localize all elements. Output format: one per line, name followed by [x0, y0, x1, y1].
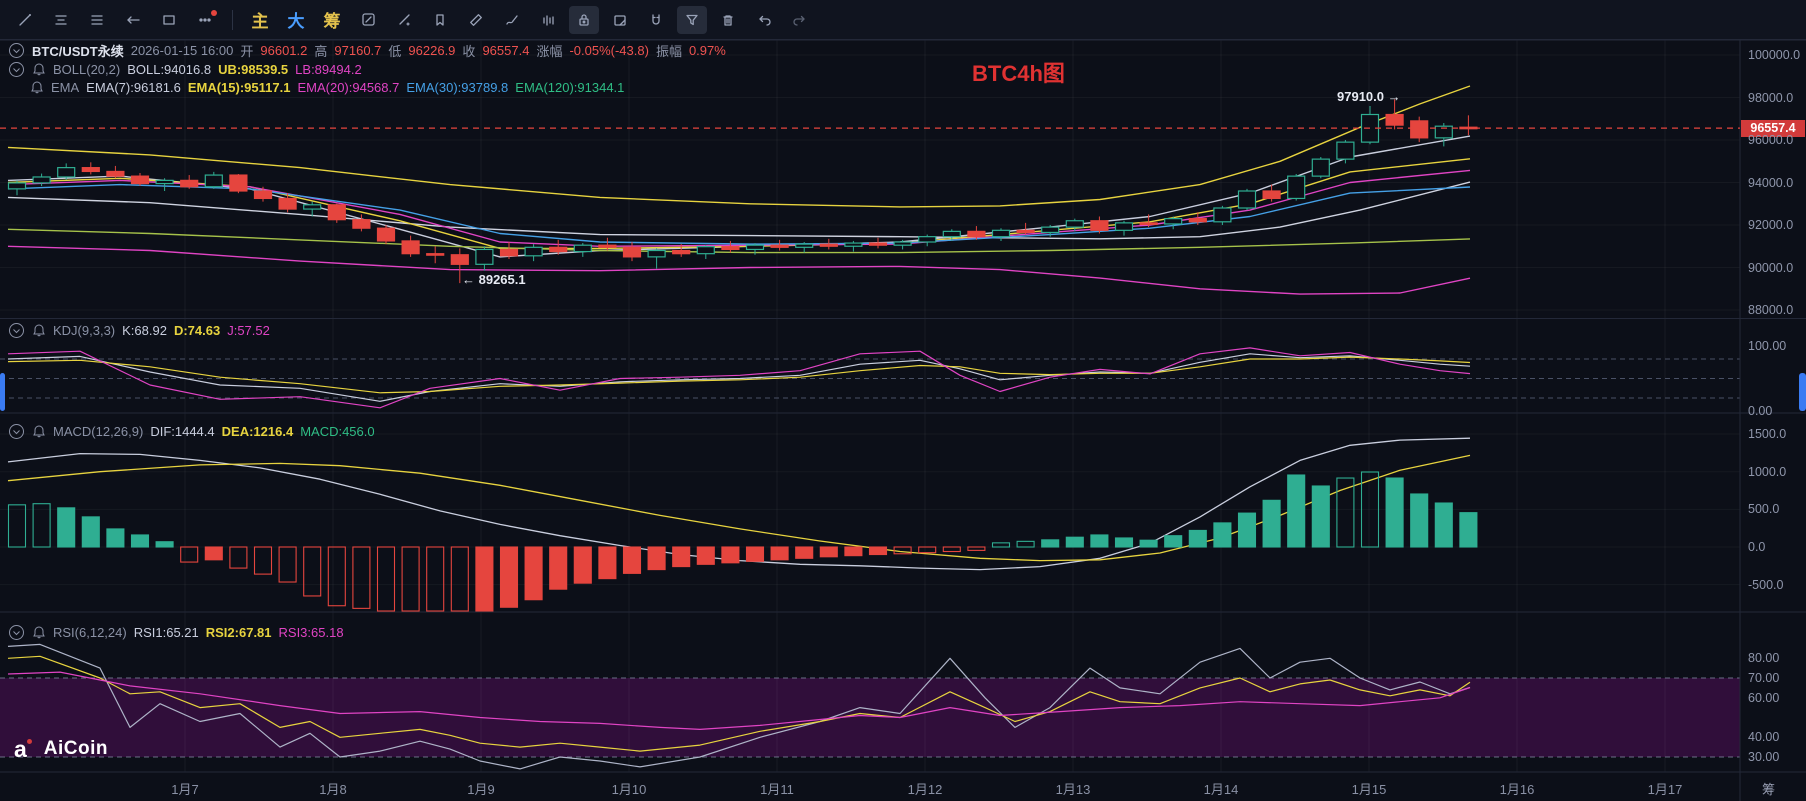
axis-label: 0.00 [1748, 404, 1773, 418]
boll-name[interactable]: BOLL(20,2) [53, 62, 120, 77]
ema15-value: EMA(15):95117.1 [187, 80, 291, 95]
trading-app: 主 大 筹 BTC/USDT永续 2026-01-15 16:00 开 9660… [0, 0, 1806, 801]
macd-row: MACD(12,26,9) DIF:1444.4 DEA:1216.4 MACD… [8, 423, 375, 440]
left-pane-scroll-thumb[interactable] [0, 373, 5, 411]
axis-label: 30.00 [1748, 750, 1780, 764]
symbol-name[interactable]: BTC/USDT永续 [32, 41, 124, 60]
axis-label: 1000.0 [1748, 464, 1787, 479]
rsi-row: RSI(6,12,24) RSI1:65.21 RSI2:67.81 RSI3:… [8, 624, 344, 641]
logo-text: AiCoin [43, 738, 109, 759]
high-price-annotation: 97910.0 → [1337, 89, 1401, 104]
high-label: 高 [314, 44, 328, 59]
axis-label: 98000.0 [1748, 90, 1794, 105]
alert-bell-icon[interactable] [32, 62, 46, 77]
axis-label: 100.00 [1748, 339, 1787, 353]
amplitude-label: 振幅 [655, 44, 682, 59]
corner-chip-burst-buttons[interactable]: 筹 爆 [1762, 779, 1806, 801]
collapse-chevron-icon[interactable] [8, 423, 25, 440]
axis-label: 70.00 [1748, 671, 1780, 685]
axis-label: 94000.0 [1748, 175, 1794, 190]
macd-name[interactable]: MACD(12,26,9) [53, 424, 143, 439]
time-label: 1月10 [611, 782, 647, 797]
rsi-name[interactable]: RSI(6,12,24) [53, 625, 127, 640]
boll-row: BOLL(20,2) BOLL:94016.8 UB:98539.5 LB:89… [8, 61, 362, 78]
alert-bell-icon[interactable] [32, 625, 46, 640]
kdj-k-value: K:68.92 [122, 323, 167, 338]
high-value: 97160.7 [334, 43, 382, 58]
axis-label: 88000.0 [1748, 303, 1794, 317]
kdj-j-value: J:57.52 [227, 323, 270, 338]
change-label: 涨幅 [536, 44, 563, 59]
close-label: 收 [462, 44, 476, 59]
axis-label: 90000.0 [1748, 260, 1794, 275]
series-BOLL-LB [7, 245, 1471, 295]
kdj-row: KDJ(9,3,3) K:68.92 D:74.63 J:57.52 [8, 322, 270, 339]
symbol-row: BTC/USDT永续 2026-01-15 16:00 开 96601.2 高 … [8, 41, 726, 60]
time-label: 1月9 [467, 782, 495, 797]
boll-ub-value: UB:98539.5 [218, 62, 289, 77]
time-label: 1月12 [907, 782, 943, 797]
axis-label: 96000.0 [1748, 133, 1794, 147]
kdj-d-value: D:74.63 [173, 323, 221, 338]
time-label: 1月16 [1499, 782, 1535, 797]
close-value: 96557.4 [482, 43, 530, 58]
axis-label: 1500.0 [1748, 427, 1787, 442]
time-label: 1月11 [760, 782, 794, 797]
ema-name[interactable]: EMA [51, 80, 79, 95]
boll-mid-value: BOLL:94016.8 [127, 62, 212, 77]
time-label: 1月17 [1647, 782, 1683, 797]
chart-canvas[interactable] [0, 0, 1806, 801]
aicoin-logo: a AiCoin [14, 736, 109, 762]
axis-label: 500.0 [1748, 502, 1780, 517]
kdj-name[interactable]: KDJ(9,3,3) [53, 323, 115, 338]
alert-bell-icon[interactable] [32, 424, 46, 439]
low-price-annotation: ← 89265.1 [462, 272, 526, 287]
collapse-chevron-icon[interactable] [8, 624, 25, 641]
rsi1-value: RSI1:65.21 [133, 625, 199, 640]
collapse-chevron-icon[interactable] [8, 322, 25, 339]
time-label: 1月8 [319, 782, 347, 797]
axis-label: 60.00 [1748, 690, 1780, 705]
open-label: 开 [240, 44, 254, 59]
ema30-value: EMA(30):93789.8 [406, 80, 509, 95]
ema20-value: EMA(20):94568.7 [297, 80, 400, 95]
candle-datetime: 2026-01-15 16:00 [130, 43, 234, 58]
collapse-chevron-icon[interactable] [8, 42, 25, 59]
rsi-band [0, 678, 1740, 757]
time-label: 1月14 [1203, 782, 1239, 797]
rsi2-value: RSI2:67.81 [205, 625, 272, 640]
time-label: 1月7 [171, 782, 199, 797]
macd-histogram [7, 471, 1478, 612]
change-value: -0.05%(-43.8) [569, 43, 649, 58]
ema-row: EMA EMA(7):96181.6 EMA(15):95117.1 EMA(2… [30, 80, 624, 95]
open-value: 96601.2 [260, 43, 308, 58]
alert-bell-icon[interactable] [32, 323, 46, 338]
ema7-value: EMA(7):96181.6 [86, 80, 181, 95]
macd-hist-value: MACD:456.0 [300, 424, 375, 439]
logo-red-dot [26, 738, 32, 744]
macd-dif-value: DIF:1444.4 [150, 424, 215, 439]
axis-label: 100000.0 [1748, 48, 1801, 62]
rsi3-value: RSI3:65.18 [278, 625, 344, 640]
logo-mark: a [14, 736, 27, 762]
axis-label: -500.0 [1748, 577, 1784, 592]
ema120-value: EMA(120):91344.1 [515, 80, 625, 95]
axis-label: 80.00 [1748, 651, 1780, 666]
axis-label: 0.0 [1748, 540, 1766, 554]
boll-lb-value: LB:89494.2 [295, 62, 362, 77]
collapse-chevron-icon[interactable] [8, 61, 25, 78]
axis-label: 40.00 [1748, 730, 1780, 745]
time-label: 1月15 [1351, 782, 1387, 797]
axis-label: 92000.0 [1748, 218, 1794, 232]
low-value: 96226.9 [408, 43, 456, 58]
low-label: 低 [388, 44, 402, 59]
amplitude-value: 0.97% [688, 43, 726, 58]
time-label: 1月13 [1055, 782, 1091, 797]
chart-watermark-title: BTC4h图 [972, 61, 1065, 86]
alert-bell-icon[interactable] [30, 80, 44, 95]
macd-dea-value: DEA:1216.4 [221, 424, 294, 439]
